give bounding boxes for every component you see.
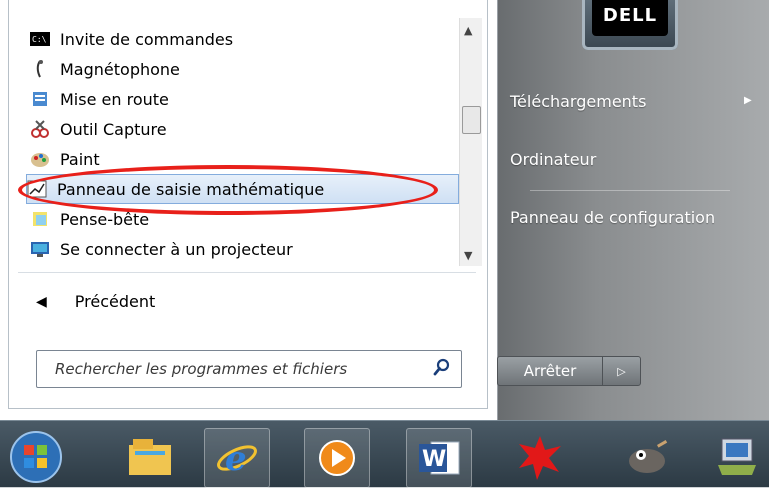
program-item[interactable]: Mise en route [30, 84, 450, 114]
scroll-down-icon[interactable]: ▼ [464, 249, 472, 262]
program-label: Magnétophone [60, 59, 180, 79]
svg-text:C:\: C:\ [32, 35, 47, 44]
svg-text:e: e [225, 439, 247, 479]
back-arrow-icon: ◀ [36, 293, 47, 310]
program-item[interactable]: Outil Capture [30, 114, 450, 144]
scroll-up-icon[interactable]: ▲ [464, 24, 472, 37]
getting-started-icon [30, 89, 50, 109]
file-explorer-icon[interactable] [118, 428, 182, 486]
search-icon[interactable] [433, 357, 451, 379]
program-label: Invite de commandes [60, 29, 234, 49]
shutdown-options-arrow-icon[interactable]: ▷ [603, 357, 640, 385]
svg-text:W: W [422, 447, 446, 472]
right-divider [530, 190, 730, 191]
computer-link[interactable]: Ordinateur [510, 150, 596, 169]
program-label: Paint [60, 149, 100, 169]
shutdown-button[interactable]: Arrêter ▷ [497, 356, 641, 386]
downloads-link[interactable]: Téléchargements [510, 92, 646, 111]
gimp-icon[interactable] [614, 428, 678, 486]
search-input[interactable]: Rechercher les programmes et fichiers [36, 350, 462, 388]
program-item[interactable]: C:\ Invite de commandes [30, 24, 450, 54]
program-item[interactable]: Magnétophone [30, 54, 450, 84]
scissors-icon [30, 119, 50, 139]
program-label: Outil Capture [60, 119, 167, 139]
list-divider [18, 272, 476, 273]
word-icon[interactable]: W [406, 428, 472, 488]
start-orb-icon[interactable] [4, 428, 68, 486]
paint-palette-icon [30, 149, 50, 169]
internet-explorer-icon[interactable]: e [204, 428, 270, 488]
scroll-thumb[interactable] [462, 106, 481, 134]
gecko-app-icon[interactable] [508, 428, 572, 486]
search-placeholder: Rechercher les programmes et fichiers [55, 360, 348, 378]
projector-icon [30, 239, 50, 259]
media-player-icon[interactable] [304, 428, 370, 488]
shutdown-label: Arrêter [498, 357, 603, 385]
network-app-icon[interactable] [705, 428, 769, 486]
microphone-icon [30, 59, 50, 79]
program-item[interactable]: Se connecter à un projecteur [30, 234, 450, 264]
annotation-ellipse [18, 165, 438, 215]
back-button[interactable]: ◀ Précédent [36, 292, 155, 311]
program-list-scrollbar[interactable]: ▲ ▼ [459, 18, 482, 266]
chevron-right-icon[interactable]: ▶ [744, 95, 752, 106]
program-label: Mise en route [60, 89, 169, 109]
sticky-notes-icon [30, 209, 50, 229]
dell-logo: DELL [592, 0, 668, 36]
back-label: Précédent [74, 292, 156, 311]
cmd-icon: C:\ [30, 29, 50, 49]
user-picture[interactable]: DELL [582, 0, 678, 50]
program-label: Se connecter à un projecteur [60, 239, 293, 259]
control-panel-link[interactable]: Panneau de configuration [510, 208, 715, 227]
